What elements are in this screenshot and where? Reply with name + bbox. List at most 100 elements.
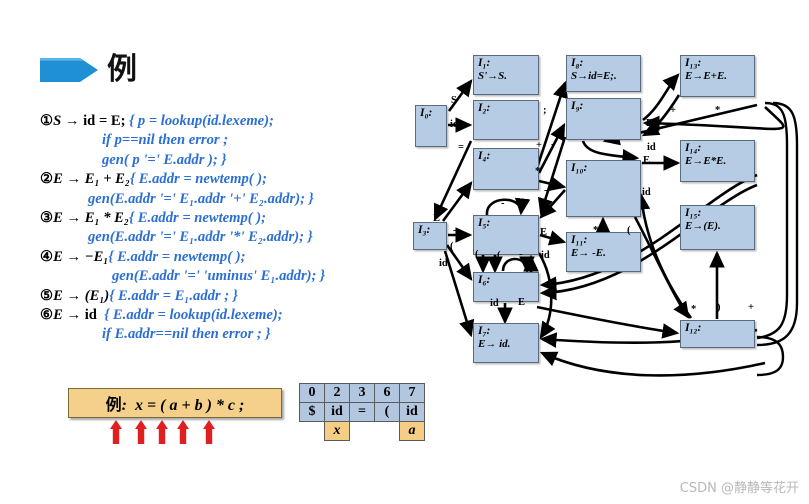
lr-automaton-diagram: I₀: I₁: S'→S. I₂: I₄: I₃: I₅: I₆: I₇: E→… bbox=[405, 45, 809, 390]
rule-2-arrow: → bbox=[66, 171, 82, 188]
state-label-I14: I₁₄: bbox=[685, 142, 702, 154]
symbol-cell-3: ( bbox=[374, 402, 400, 422]
rule-1-head: S bbox=[53, 113, 62, 129]
edge-label-11: id bbox=[439, 258, 448, 269]
rule-3-number: ③ bbox=[40, 210, 54, 227]
state-label-I13: I₁₃: bbox=[685, 57, 702, 69]
state-node-I3[interactable]: I₃: bbox=[413, 222, 447, 250]
page-title-text: 例 bbox=[107, 52, 137, 87]
rule-1-arrow: → bbox=[64, 113, 80, 129]
state-label-I2: I₂: bbox=[478, 102, 491, 114]
state-cell-2: 3 bbox=[349, 383, 375, 403]
edge-label-13: ( bbox=[475, 249, 479, 260]
state-node-I12[interactable]: I₁₂: bbox=[680, 320, 755, 348]
state-label-I15: I₁₅: bbox=[685, 207, 702, 219]
example-expression-box: 例: x = ( a + b ) * c ; bbox=[68, 388, 282, 418]
example-colon: : bbox=[121, 397, 127, 414]
symbol-cell-0: $ bbox=[299, 402, 325, 422]
edge-label-27: id bbox=[642, 187, 651, 198]
edge-label-12: - bbox=[501, 198, 505, 209]
example-expression-text: 例: x = ( a + b ) * c ; bbox=[106, 391, 245, 415]
rule-2-action-0: { E.addr = newtemp( ); bbox=[130, 171, 268, 188]
state-node-I2[interactable]: I₂: bbox=[473, 100, 539, 140]
rule-3: ③E → E₁ * E₂{ E.addr = newtemp( ); bbox=[40, 209, 420, 228]
value-cell-2 bbox=[350, 422, 375, 441]
rule-1-cont1: if p==nil then error ; bbox=[40, 131, 420, 150]
edge-label-0: S bbox=[451, 95, 457, 106]
state-label-I0: I₀: bbox=[420, 107, 433, 119]
example-expression: x = ( a + b ) * c ; bbox=[135, 397, 245, 414]
edge-label-8: E bbox=[433, 213, 441, 224]
edge-label-16: E bbox=[540, 227, 548, 238]
edge-label-7: - bbox=[544, 185, 548, 196]
table-row-values: x a bbox=[300, 421, 425, 441]
state-node-I10[interactable]: I₁₀: bbox=[566, 160, 641, 217]
edge-label-9: - bbox=[453, 225, 457, 236]
state-node-I13[interactable]: I₁₃: E→E+E. bbox=[680, 55, 755, 97]
edge-label-21: ( bbox=[627, 225, 631, 236]
table-row-symbols: $ id = ( id bbox=[299, 402, 425, 422]
rule-3-cont1: gen(E.addr '=' E₁.addr '*' E₂.addr); } bbox=[40, 228, 420, 247]
rule-5-action-0: { E.addr = E₁.addr ; } bbox=[109, 287, 238, 304]
state-node-I15[interactable]: I₁₅: E→(E). bbox=[680, 205, 755, 250]
edge-label-23: + bbox=[670, 105, 676, 116]
state-node-I1[interactable]: I₁: S'→S. bbox=[473, 55, 539, 95]
arrow-banner-icon bbox=[40, 52, 100, 88]
edge-label-5: - bbox=[551, 139, 555, 150]
rule-3-arrow: → bbox=[66, 210, 82, 227]
state-node-I8[interactable]: I₈: S→id=E;. bbox=[566, 55, 641, 92]
state-node-I14[interactable]: I₁₄: E→E*E. bbox=[680, 140, 755, 182]
rule-4-head: E bbox=[53, 248, 63, 265]
state-label-I9: I₉: bbox=[571, 100, 584, 112]
rule-3-head: E bbox=[53, 210, 63, 227]
rule-2-cont1: gen(E.addr '=' E₁.addr '+' E₂.addr); } bbox=[40, 190, 420, 209]
rule-4-arrow: → bbox=[66, 248, 82, 265]
rule-2-number: ② bbox=[40, 171, 54, 188]
rule-5-number: ⑤ bbox=[40, 287, 54, 304]
edge-label-25: * bbox=[715, 105, 721, 116]
value-cell-4: a bbox=[399, 421, 425, 441]
rule-3-action-0: { E.addr = newtemp( ); bbox=[128, 210, 267, 227]
rule-5-arrow: → bbox=[66, 287, 82, 304]
state-node-I6[interactable]: I₆: bbox=[473, 272, 539, 302]
rule-1: ①S → id = E; { p = lookup(id.lexeme); bbox=[40, 112, 420, 131]
rule-6-action-1: if E.addr==nil then error ; } bbox=[102, 326, 271, 343]
state-label-I12: I₁₂: bbox=[685, 322, 702, 334]
edge-label-22: F bbox=[646, 118, 653, 129]
rule-6-number: ⑥ bbox=[40, 307, 54, 324]
rule-1-body: id = E; bbox=[83, 113, 126, 129]
edge-label-24: id bbox=[647, 142, 656, 153]
example-label: 例 bbox=[105, 395, 122, 414]
state-node-I9[interactable]: I₉: bbox=[566, 98, 641, 140]
rule-5: ⑤E → (E₁){ E.addr = E₁.addr ; } bbox=[40, 287, 420, 306]
state-body-I13: E→E+E. bbox=[685, 69, 728, 82]
state-node-I4[interactable]: I₄: bbox=[473, 148, 539, 190]
rule-3-action-1: gen(E.addr '=' E₁.addr '*' E₂.addr); } bbox=[88, 229, 313, 246]
state-label-I3: I₃: bbox=[418, 224, 431, 236]
edge-label-28: * bbox=[691, 304, 697, 315]
symbol-cell-2: = bbox=[349, 402, 375, 422]
state-node-I5[interactable]: I₅: bbox=[473, 215, 539, 255]
rule-4-action-0: { E.addr = newtemp( ); bbox=[108, 248, 246, 265]
edge-label-2: = bbox=[458, 142, 464, 153]
state-body-I14: E→E*E. bbox=[685, 154, 727, 167]
state-node-I11[interactable]: I₁₁: E→ -E. bbox=[566, 232, 641, 272]
rule-4-action-1: gen(E.addr '=' 'uminus' E₁.addr); } bbox=[112, 268, 326, 285]
slide-page: 例 ①S → id = E; { p = lookup(id.lexeme); … bbox=[0, 0, 809, 504]
state-node-I7[interactable]: I₇: E→ id. bbox=[473, 323, 539, 363]
rule-6: ⑥E → id { E.addr = lookup(id.lexeme); bbox=[40, 306, 420, 325]
state-body-I7: E→ id. bbox=[478, 337, 511, 350]
edge-label-18: id bbox=[490, 298, 499, 309]
state-body-I8: S→id=E;. bbox=[571, 69, 617, 82]
edge-label-30: + bbox=[748, 302, 754, 313]
edge-label-14: ( bbox=[497, 250, 501, 261]
state-label-I1: I₁: bbox=[478, 57, 491, 69]
parse-stack-table: 0 2 3 6 7 $ id = ( id x a bbox=[299, 383, 425, 441]
rule-6-cont1: if E.addr==nil then error ; } bbox=[40, 325, 420, 344]
rule-4-body: −E₁ bbox=[84, 248, 109, 265]
rule-2-body: E₁ + E₂ bbox=[84, 171, 130, 188]
rule-2: ②E → E₁ + E₂{ E.addr = newtemp( ); bbox=[40, 170, 420, 189]
state-node-I0[interactable]: I₀: bbox=[415, 105, 447, 147]
rule-3-body: E₁ * E₂ bbox=[84, 210, 129, 227]
edge-label-4: + bbox=[536, 140, 542, 151]
